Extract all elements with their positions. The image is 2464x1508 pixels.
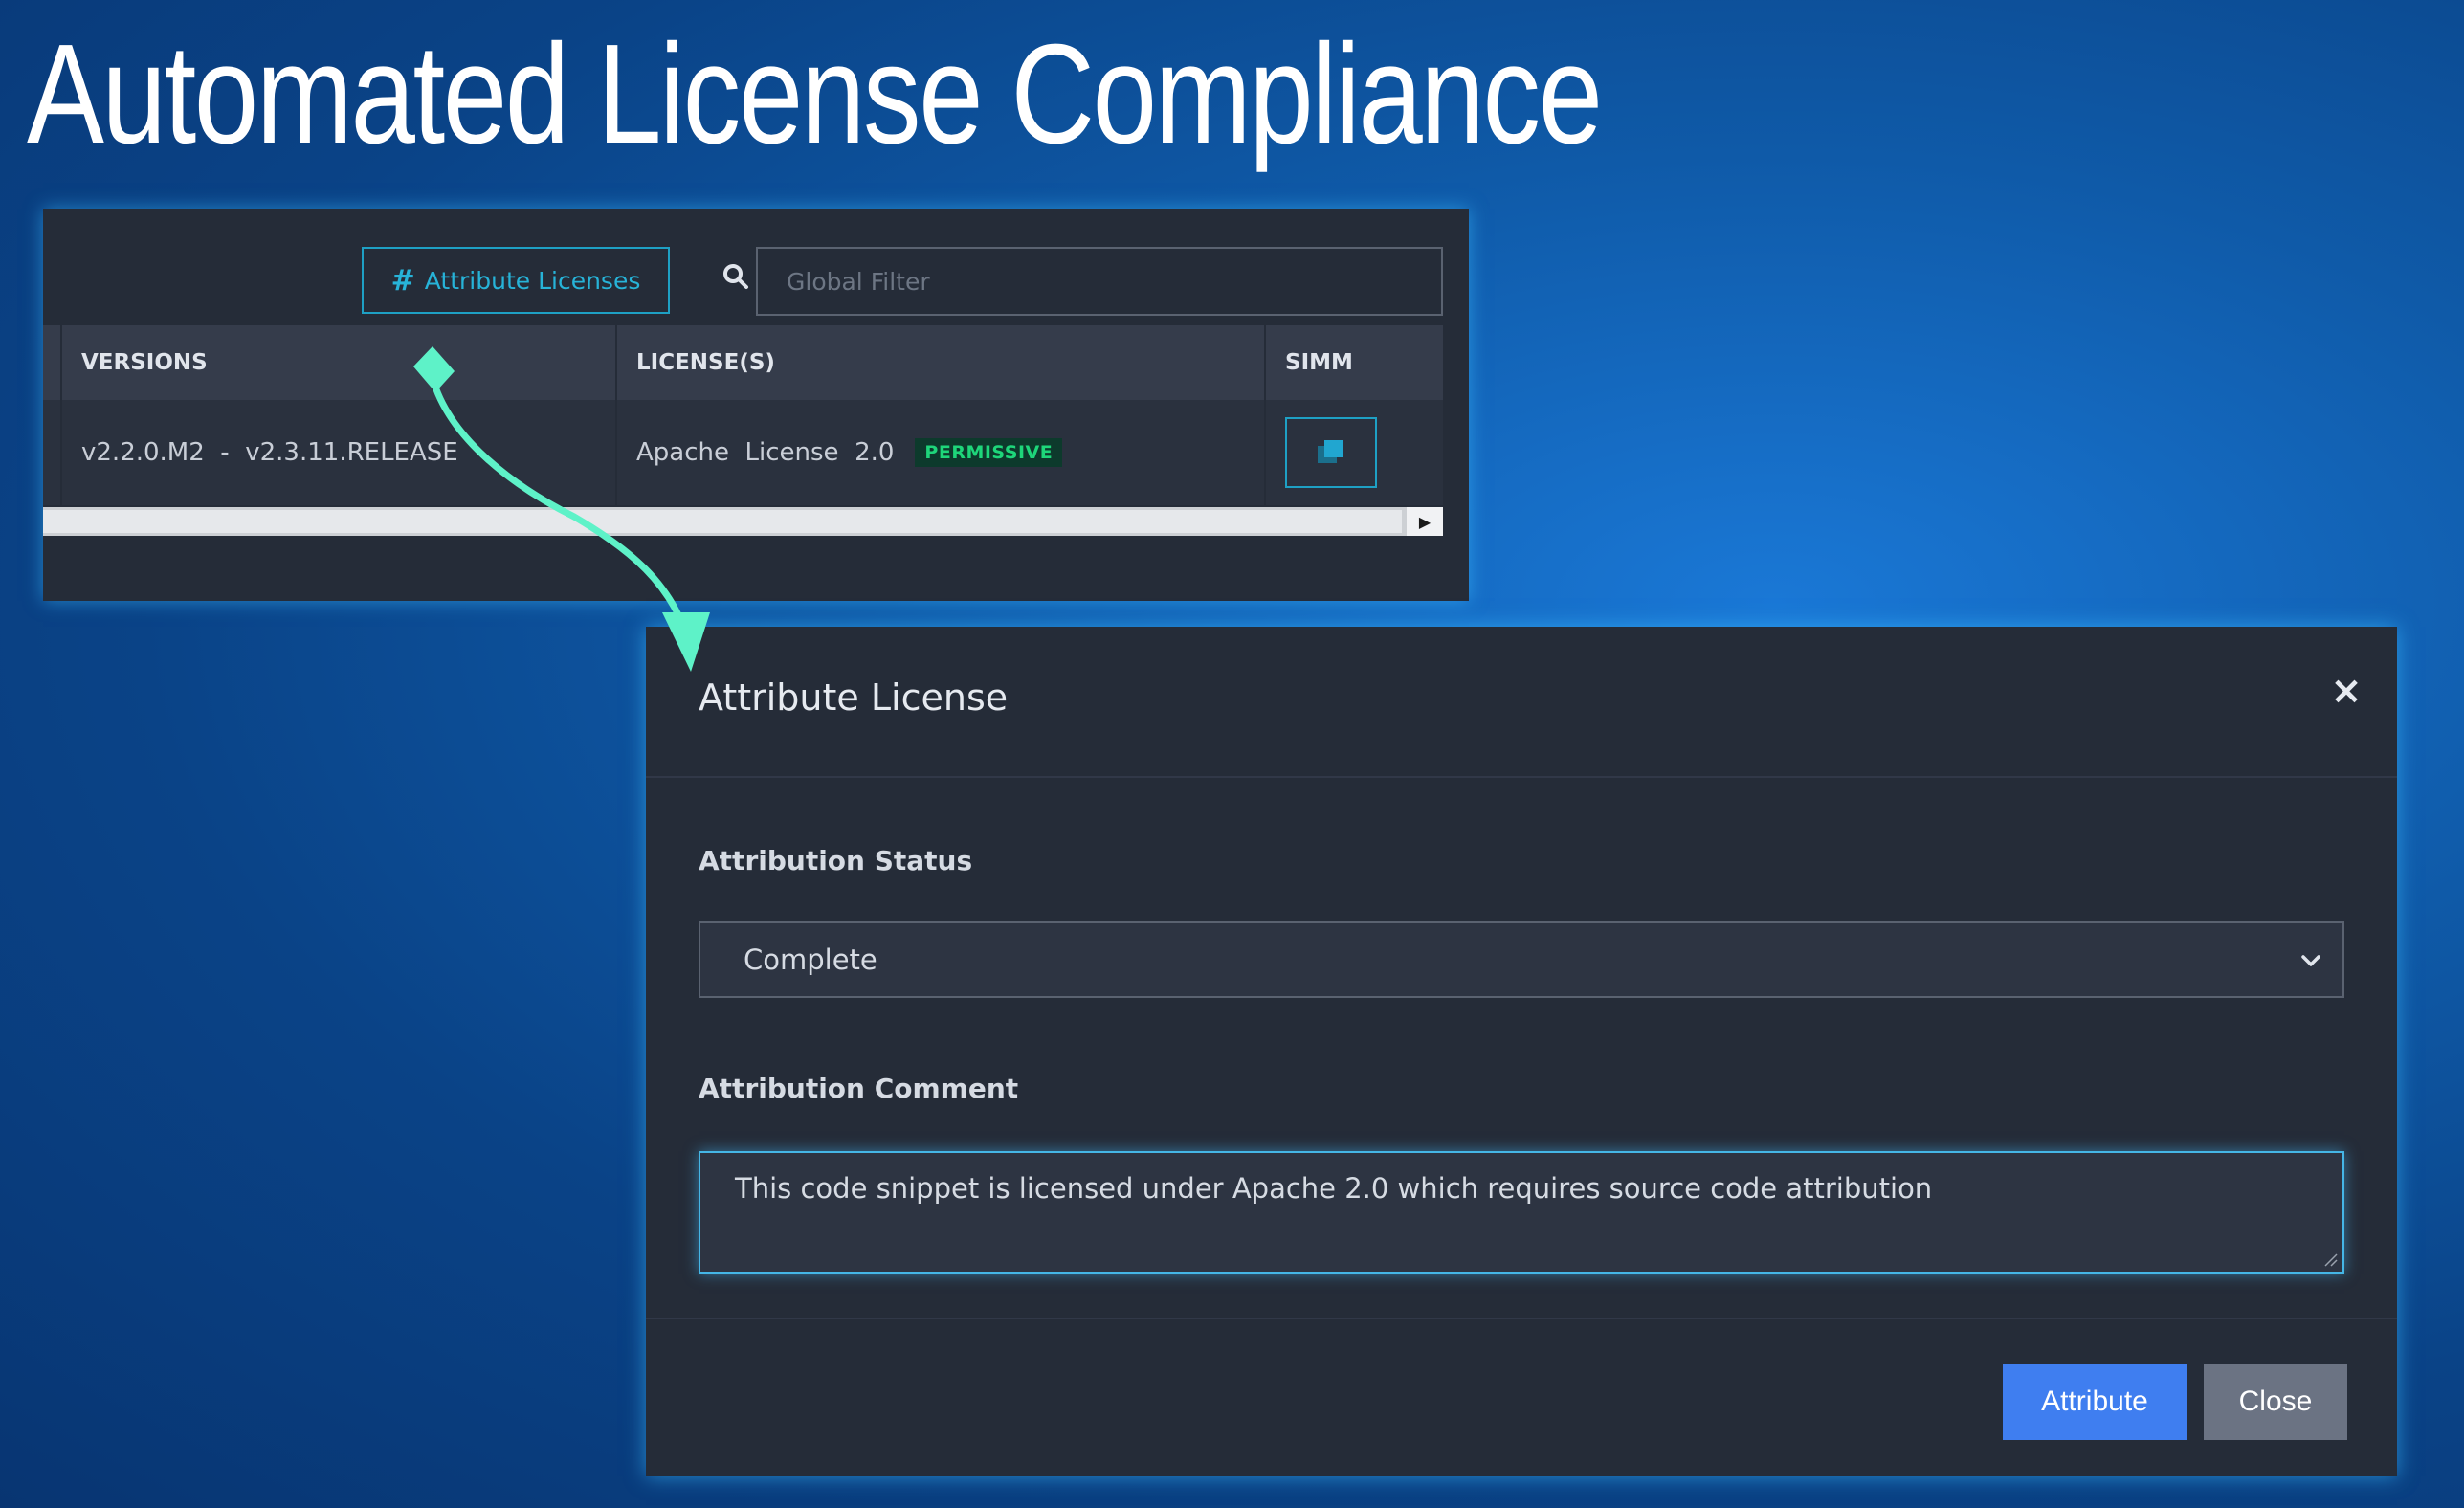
attribute-licenses-button[interactable]: # Attribute Licenses — [362, 247, 670, 314]
chevron-down-icon — [2301, 955, 2320, 966]
versions-cell: v2.2.0.M2 - v2.3.11.RELEASE — [62, 400, 617, 505]
attribution-status-label: Attribution Status — [699, 845, 973, 876]
attribute-license-modal: Attribute License × Attribution Status C… — [646, 627, 2397, 1476]
modal-title: Attribute License — [699, 676, 1009, 719]
hash-icon: # — [390, 263, 415, 298]
attribution-comment-textarea[interactable]: This code snippet is licensed under Apac… — [699, 1151, 2344, 1274]
global-filter-input[interactable] — [756, 247, 1443, 316]
column-header-simm[interactable]: SIMM — [1266, 325, 1443, 400]
permissive-badge: PERMISSIVE — [915, 438, 1063, 467]
attribution-comment-text: This code snippet is licensed under Apac… — [735, 1172, 1933, 1205]
attribute-button[interactable]: Attribute — [2003, 1364, 2187, 1440]
row-spacer — [43, 400, 62, 505]
column-header-versions[interactable]: VERSIONS — [62, 325, 617, 400]
copy-icon — [1318, 440, 1343, 463]
resize-handle-icon[interactable] — [2323, 1253, 2339, 1268]
horizontal-scrollbar[interactable]: ▶ — [43, 507, 1443, 536]
table-header: VERSIONS LICENSE(S) SIMM — [43, 325, 1443, 400]
attribute-licenses-label: Attribute Licenses — [424, 266, 641, 295]
column-header-licenses[interactable]: LICENSE(S) — [617, 325, 1266, 400]
close-button[interactable]: Close — [2204, 1364, 2347, 1440]
scroll-right-arrow[interactable]: ▶ — [1407, 507, 1443, 536]
close-icon[interactable]: × — [2322, 667, 2370, 715]
modal-footer-divider — [646, 1318, 2397, 1320]
license-name: Apache License 2.0 — [636, 438, 895, 467]
header-spacer — [43, 325, 62, 400]
table-row: v2.2.0.M2 - v2.3.11.RELEASE Apache Licen… — [43, 400, 1443, 505]
simm-cell — [1266, 400, 1443, 505]
license-cell: Apache License 2.0 PERMISSIVE — [617, 400, 1266, 505]
license-table-panel: # Attribute Licenses VERSIONS LICENSE(S)… — [43, 209, 1469, 601]
modal-header-divider — [646, 776, 2397, 778]
slide-title: Automated License Compliance — [27, 15, 1603, 173]
attribution-status-select[interactable]: Complete — [699, 921, 2344, 998]
attribution-comment-label: Attribution Comment — [699, 1073, 1019, 1104]
scrollbar-thumb[interactable] — [43, 510, 1402, 533]
simm-button[interactable] — [1285, 417, 1377, 488]
search-icon — [723, 264, 748, 289]
attribution-status-value: Complete — [744, 943, 877, 976]
